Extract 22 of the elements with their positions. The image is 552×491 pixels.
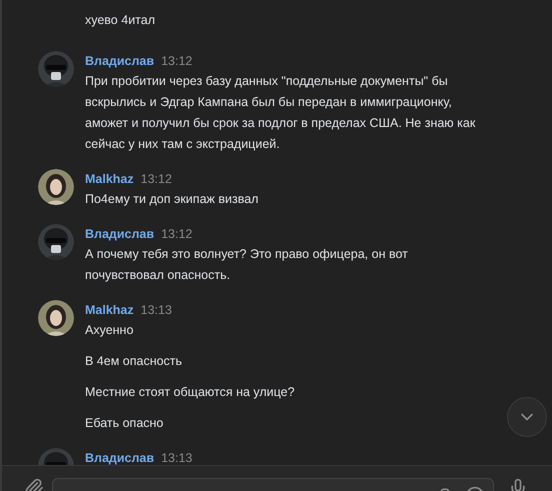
- message-time: 13:12: [140, 171, 172, 188]
- avatar: [38, 51, 74, 87]
- message-text: При пробитии через базу данных "поддельные документы" бы вскрылись и Эдгар Кампана был бы передан в иммиграционку, аможет и получил бы срок за подлог в пределах США. Не знаю как сейчас у них там с экстрадицией.: [85, 73, 476, 153]
- author-name[interactable]: Malkhaz: [85, 300, 134, 320]
- message-time: 13:13: [140, 302, 172, 319]
- message-text: По4ему ти доп экипаж визвал: [85, 191, 260, 208]
- author-name[interactable]: Malkhaz: [85, 169, 134, 189]
- author-name[interactable]: Владислав: [85, 448, 154, 465]
- avatar: [38, 169, 74, 205]
- message-text: Местние стоят общаются на улице?: [85, 384, 296, 401]
- avatar: [38, 300, 74, 336]
- message-text: хуево 4итал: [85, 12, 156, 29]
- message-time: 13:12: [161, 226, 192, 243]
- avatar: [38, 224, 74, 260]
- author-name[interactable]: Владислав: [85, 224, 154, 244]
- message-text: Ахуенно: [85, 322, 134, 339]
- message-text: В 4ем опасность: [85, 353, 184, 370]
- message-text: Ебать опасно: [85, 415, 164, 432]
- message-time: 13:13: [161, 450, 192, 465]
- author-name[interactable]: Владислав: [85, 51, 154, 71]
- message-time: 13:12: [161, 53, 192, 70]
- message-text: А почему тебя это волнует? Это право офицера, он вот почувствовал опасность.: [85, 246, 409, 284]
